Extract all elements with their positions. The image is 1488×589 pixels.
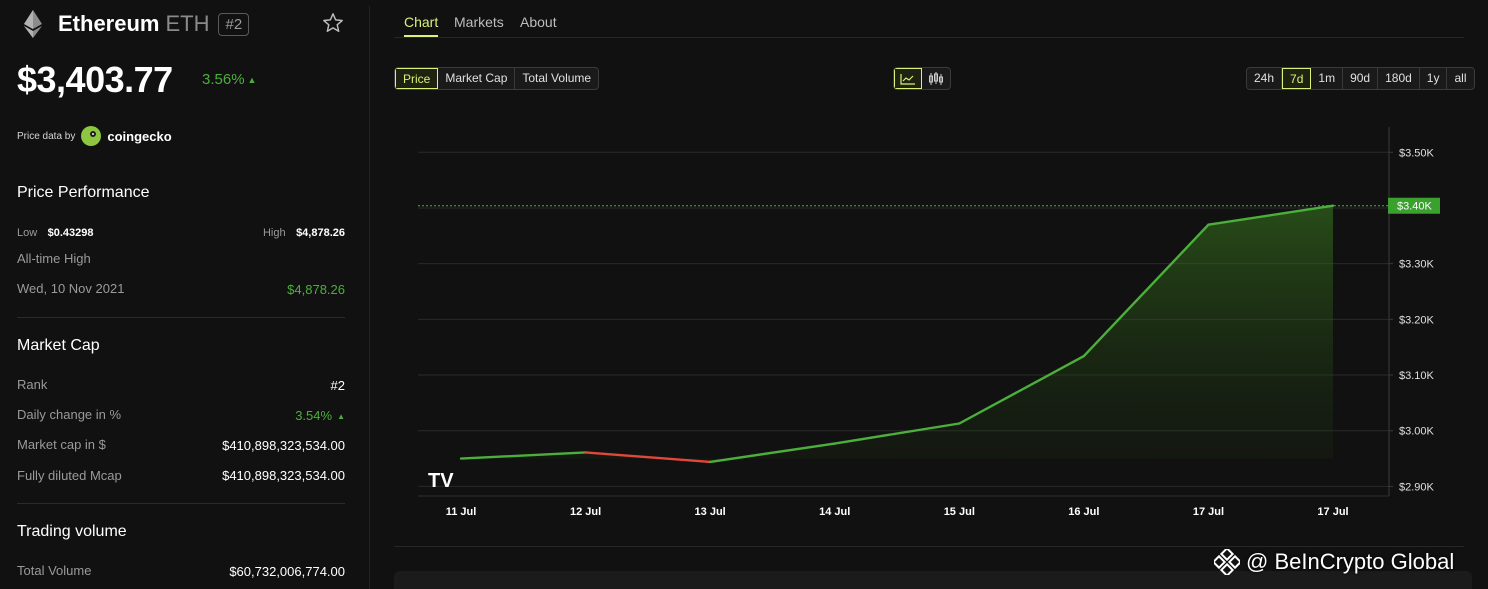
x-tick-label: 17 Jul [1317, 506, 1348, 518]
low-label: Low [17, 227, 38, 239]
up-arrow-icon: ▲ [247, 75, 257, 85]
price-performance-title: Price Performance [17, 184, 150, 201]
high-stat: High $4,878.26 [263, 223, 345, 241]
current-price-label: $3.40K [1397, 201, 1433, 213]
y-tick-label: $3.00K [1399, 426, 1435, 438]
price-area [461, 205, 1333, 462]
coin-header: Ethereum ETH #2 [18, 8, 348, 40]
x-tick-label: 12 Jul [570, 506, 601, 518]
watermark-text: @ BeInCrypto Global [1246, 549, 1455, 574]
up-arrow-icon: ▲ [337, 412, 345, 421]
trading-volume-title: Trading volume [17, 523, 127, 540]
fdv-value: $410,898,323,534.00 [222, 468, 345, 483]
tab-chart[interactable]: Chart [404, 14, 438, 30]
daily-change: 3.54% ▲ [295, 408, 345, 423]
range-90d-button[interactable]: 90d [1343, 68, 1379, 89]
range-180d-button[interactable]: 180d [1378, 68, 1420, 89]
fdv-label: Fully diluted Mcap [17, 468, 122, 483]
chart-type-toggle [893, 67, 951, 90]
total-volume-label: Total Volume [17, 563, 92, 578]
range-selector: 24h 7d 1m 90d 180d 1y all [1246, 67, 1475, 90]
price-chart-svg: $3.50K $3.30K $3.20K $3.10K $3.00K $2.90K $3.4… [418, 127, 1440, 518]
market-cap-value: $410,898,323,534.00 [222, 438, 345, 453]
ethereum-logo-icon [18, 9, 48, 39]
range-24h-button[interactable]: 24h [1247, 68, 1283, 89]
low-value: $0.43298 [47, 227, 94, 239]
price-data-provider[interactable]: coingecko [107, 129, 171, 144]
metric-selector: Price Market Cap Total Volume [394, 67, 600, 90]
price-chart[interactable]: $3.50K $3.30K $3.20K $3.10K $3.00K $2.90K $3.4… [394, 100, 1472, 530]
ath-date: Wed, 10 Nov 2021 [17, 281, 125, 296]
divider [17, 503, 345, 504]
market-cap-label: Market cap in $ [17, 437, 106, 452]
coin-name: Ethereum [58, 11, 160, 36]
ath-label: All-time High [17, 251, 91, 266]
line-chart-icon[interactable] [894, 68, 922, 89]
price-change-value: 3.56% [202, 71, 245, 88]
price-data-label: Price data by [17, 130, 76, 142]
active-tab-indicator [404, 35, 438, 37]
tradingview-logo-text: TV [428, 470, 454, 492]
x-tick-label: 11 Jul [446, 506, 477, 518]
divider [17, 317, 345, 318]
x-tick-label: 17 Jul [1193, 506, 1224, 518]
coin-info-panel: Ethereum ETH #2 $3,403.77 3.56% ▲ Price d… [0, 0, 362, 589]
x-tick-label: 13 Jul [695, 506, 726, 518]
current-price: $3,403.77 [17, 59, 173, 100]
high-value: $4,878.26 [296, 227, 345, 239]
tradingview-logo-icon: TV [428, 470, 454, 492]
range-all-button[interactable]: all [1447, 68, 1473, 89]
ath-value: $4,878.26 [287, 282, 345, 297]
x-tick-label: 15 Jul [944, 506, 975, 518]
metric-total-volume-button[interactable]: Total Volume [515, 68, 598, 89]
metric-market-cap-button[interactable]: Market Cap [438, 68, 516, 89]
price-data-source: Price data by coingecko [17, 126, 172, 146]
watermark: @ BeInCrypto Global [1211, 546, 1455, 578]
favorite-star-icon[interactable] [322, 12, 344, 34]
rank-value: #2 [330, 378, 345, 393]
daily-change-value: 3.54% [295, 408, 333, 423]
binance-logo-icon [1211, 546, 1243, 578]
high-label: High [262, 227, 286, 239]
total-volume-value: $60,732,006,774.00 [229, 564, 345, 579]
y-tick-label: $3.30K [1399, 259, 1435, 271]
x-tick-label: 14 Jul [819, 506, 850, 518]
coingecko-logo-icon [81, 126, 102, 146]
range-1y-button[interactable]: 1y [1420, 68, 1448, 89]
x-tick-label: 16 Jul [1068, 506, 1099, 518]
divider [394, 546, 1464, 547]
y-tick-label: $3.20K [1399, 314, 1435, 326]
y-tick-label: $3.50K [1399, 147, 1435, 159]
daily-change-label: Daily change in % [17, 407, 122, 422]
rank-badge: #2 [218, 12, 250, 36]
range-1m-button[interactable]: 1m [1311, 68, 1344, 89]
candlestick-icon[interactable] [922, 68, 950, 89]
low-stat: Low $0.43298 [17, 223, 94, 241]
price-change: 3.56% ▲ [202, 71, 256, 88]
y-tick-label: $2.90K [1399, 481, 1435, 493]
metric-price-button[interactable]: Price [395, 68, 439, 89]
rank-label: Rank [17, 377, 48, 392]
coin-symbol: ETH [165, 11, 210, 36]
range-7d-button[interactable]: 7d [1282, 68, 1312, 89]
tab-about[interactable]: About [520, 14, 557, 30]
y-tick-label: $3.10K [1399, 370, 1435, 382]
tab-markets[interactable]: Markets [454, 14, 504, 30]
panel-divider [369, 6, 370, 589]
market-cap-title: Market Cap [17, 337, 100, 354]
